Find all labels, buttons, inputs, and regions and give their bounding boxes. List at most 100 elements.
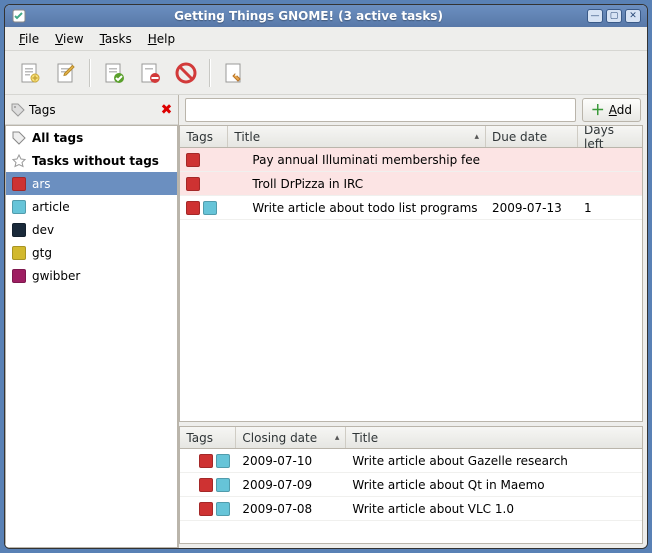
closed-title: Write article about VLC 1.0 bbox=[346, 497, 642, 520]
tag-item-gwibber[interactable]: gwibber bbox=[6, 264, 177, 287]
edit-task-button[interactable] bbox=[49, 56, 83, 90]
col-title[interactable]: Title▴ bbox=[228, 126, 486, 147]
tag-item-ars[interactable]: ars bbox=[6, 172, 177, 195]
closed-body: 2009-07-10Write article about Gazelle re… bbox=[180, 449, 642, 543]
toolbar-separator bbox=[89, 59, 91, 87]
tag-item-article[interactable]: article bbox=[6, 195, 177, 218]
tag-swatch bbox=[186, 177, 200, 191]
tag-color-swatch bbox=[12, 200, 26, 214]
toolbar bbox=[5, 51, 647, 95]
quick-add-input[interactable] bbox=[185, 98, 575, 122]
toolbar-separator bbox=[209, 59, 211, 87]
closed-tasks-pane: Tags Closing date▴ Title 2009-07-10Write… bbox=[179, 426, 643, 544]
col-tags[interactable]: Tags bbox=[180, 126, 228, 147]
tag-swatch bbox=[199, 454, 213, 468]
task-row[interactable]: Write article about todo list programs20… bbox=[180, 196, 642, 220]
task-row[interactable]: Pay annual Illuminati membership fee bbox=[180, 148, 642, 172]
delete-task-button[interactable] bbox=[169, 56, 203, 90]
sort-asc-icon: ▴ bbox=[474, 132, 479, 142]
menu-file[interactable]: File bbox=[13, 29, 45, 49]
tag-label: gwibber bbox=[32, 269, 80, 283]
tag-swatch bbox=[186, 201, 200, 215]
dismiss-task-button[interactable] bbox=[133, 56, 167, 90]
task-days-left: 1 bbox=[578, 196, 642, 219]
closed-header: Tags Closing date▴ Title bbox=[180, 427, 642, 449]
tasks-body: Pay annual Illuminati membership feeTrol… bbox=[180, 148, 642, 421]
tag-swatch bbox=[216, 502, 230, 516]
titlebar[interactable]: Getting Things GNOME! (3 active tasks) —… bbox=[5, 5, 647, 27]
tag-item-gtg[interactable]: gtg bbox=[6, 241, 177, 264]
tag-label: dev bbox=[32, 223, 54, 237]
menubar: File View Tasks Help bbox=[5, 27, 647, 51]
task-title: Write article about todo list programs bbox=[228, 196, 486, 219]
closing-date: 2009-07-10 bbox=[236, 449, 346, 472]
tags-sidebar-header: Tags ✖ bbox=[5, 95, 178, 125]
tasks-header: Tags Title▴ Due date Days left bbox=[180, 126, 642, 148]
close-tags-panel-button[interactable]: ✖ bbox=[161, 102, 173, 118]
tag-swatch bbox=[216, 478, 230, 492]
menu-help[interactable]: Help bbox=[142, 29, 181, 49]
col-closed-title[interactable]: Title bbox=[346, 427, 642, 448]
task-title: Troll DrPizza in IRC bbox=[228, 172, 486, 195]
tag-label: ars bbox=[32, 177, 51, 191]
closed-task-row[interactable]: 2009-07-09Write article about Qt in Maem… bbox=[180, 473, 642, 497]
plus-icon: ＋ bbox=[591, 100, 605, 120]
task-row[interactable]: Troll DrPizza in IRC bbox=[180, 172, 642, 196]
task-due bbox=[486, 148, 578, 171]
tag-swatch bbox=[186, 153, 200, 167]
tag-all-tags[interactable]: All tags bbox=[6, 126, 177, 149]
col-closing-date[interactable]: Closing date▴ bbox=[236, 427, 346, 448]
new-task-button[interactable] bbox=[13, 56, 47, 90]
tag-color-swatch bbox=[12, 269, 26, 283]
closed-task-row[interactable]: 2009-07-10Write article about Gazelle re… bbox=[180, 449, 642, 473]
maximize-button[interactable]: ▢ bbox=[606, 9, 622, 23]
closed-task-row[interactable]: 2009-07-08Write article about VLC 1.0 bbox=[180, 497, 642, 521]
search-row: ＋ Add bbox=[179, 95, 647, 125]
tags-sidebar: Tags ✖ All tags Tasks without tags ars ar… bbox=[5, 95, 179, 548]
closed-title: Write article about Qt in Maemo bbox=[346, 473, 642, 496]
tasks-pane: Tags Title▴ Due date Days left Pay annua… bbox=[179, 125, 643, 422]
tag-task-button[interactable] bbox=[217, 56, 251, 90]
tag-swatch bbox=[216, 454, 230, 468]
minimize-button[interactable]: — bbox=[587, 9, 603, 23]
task-due: 2009-07-13 bbox=[486, 196, 578, 219]
no-tags-icon bbox=[12, 154, 26, 168]
tag-color-swatch bbox=[12, 223, 26, 237]
panes: Tags Title▴ Due date Days left Pay annua… bbox=[179, 125, 647, 548]
tag-list: All tags Tasks without tags ars article de… bbox=[5, 125, 178, 548]
tag-header-icon bbox=[11, 103, 25, 117]
tag-swatch bbox=[199, 502, 213, 516]
col-closed-tags[interactable]: Tags bbox=[180, 427, 236, 448]
task-days-left bbox=[578, 172, 642, 195]
col-days-left[interactable]: Days left bbox=[578, 126, 642, 147]
task-days-left bbox=[578, 148, 642, 171]
tag-color-swatch bbox=[12, 246, 26, 260]
tag-swatch bbox=[203, 201, 217, 215]
tag-color-swatch bbox=[12, 177, 26, 191]
col-due-date[interactable]: Due date bbox=[486, 126, 578, 147]
app-window: Getting Things GNOME! (3 active tasks) —… bbox=[4, 4, 648, 549]
closed-title: Write article about Gazelle research bbox=[346, 449, 642, 472]
tag-label: article bbox=[32, 200, 70, 214]
sort-asc-icon: ▴ bbox=[335, 433, 340, 443]
tag-label: All tags bbox=[32, 131, 83, 145]
content-area: Tags ✖ All tags Tasks without tags ars ar… bbox=[5, 95, 647, 548]
tag-swatch bbox=[199, 478, 213, 492]
closing-date: 2009-07-08 bbox=[236, 497, 346, 520]
app-icon bbox=[11, 8, 27, 24]
menu-tasks[interactable]: Tasks bbox=[94, 29, 138, 49]
main-panel: ＋ Add Tags Title▴ Due date Days left Pay… bbox=[179, 95, 647, 548]
add-task-button[interactable]: ＋ Add bbox=[582, 98, 641, 122]
tag-label: Tasks without tags bbox=[32, 154, 159, 168]
all-tags-icon bbox=[12, 131, 26, 145]
tag-item-dev[interactable]: dev bbox=[6, 218, 177, 241]
task-due bbox=[486, 172, 578, 195]
tag-label: gtg bbox=[32, 246, 52, 260]
tags-header-label: Tags bbox=[29, 103, 161, 117]
close-window-button[interactable]: ✕ bbox=[625, 9, 641, 23]
mark-done-button[interactable] bbox=[97, 56, 131, 90]
closing-date: 2009-07-09 bbox=[236, 473, 346, 496]
menu-view[interactable]: View bbox=[49, 29, 89, 49]
tag-without-tags[interactable]: Tasks without tags bbox=[6, 149, 177, 172]
window-title: Getting Things GNOME! (3 active tasks) bbox=[174, 9, 443, 23]
